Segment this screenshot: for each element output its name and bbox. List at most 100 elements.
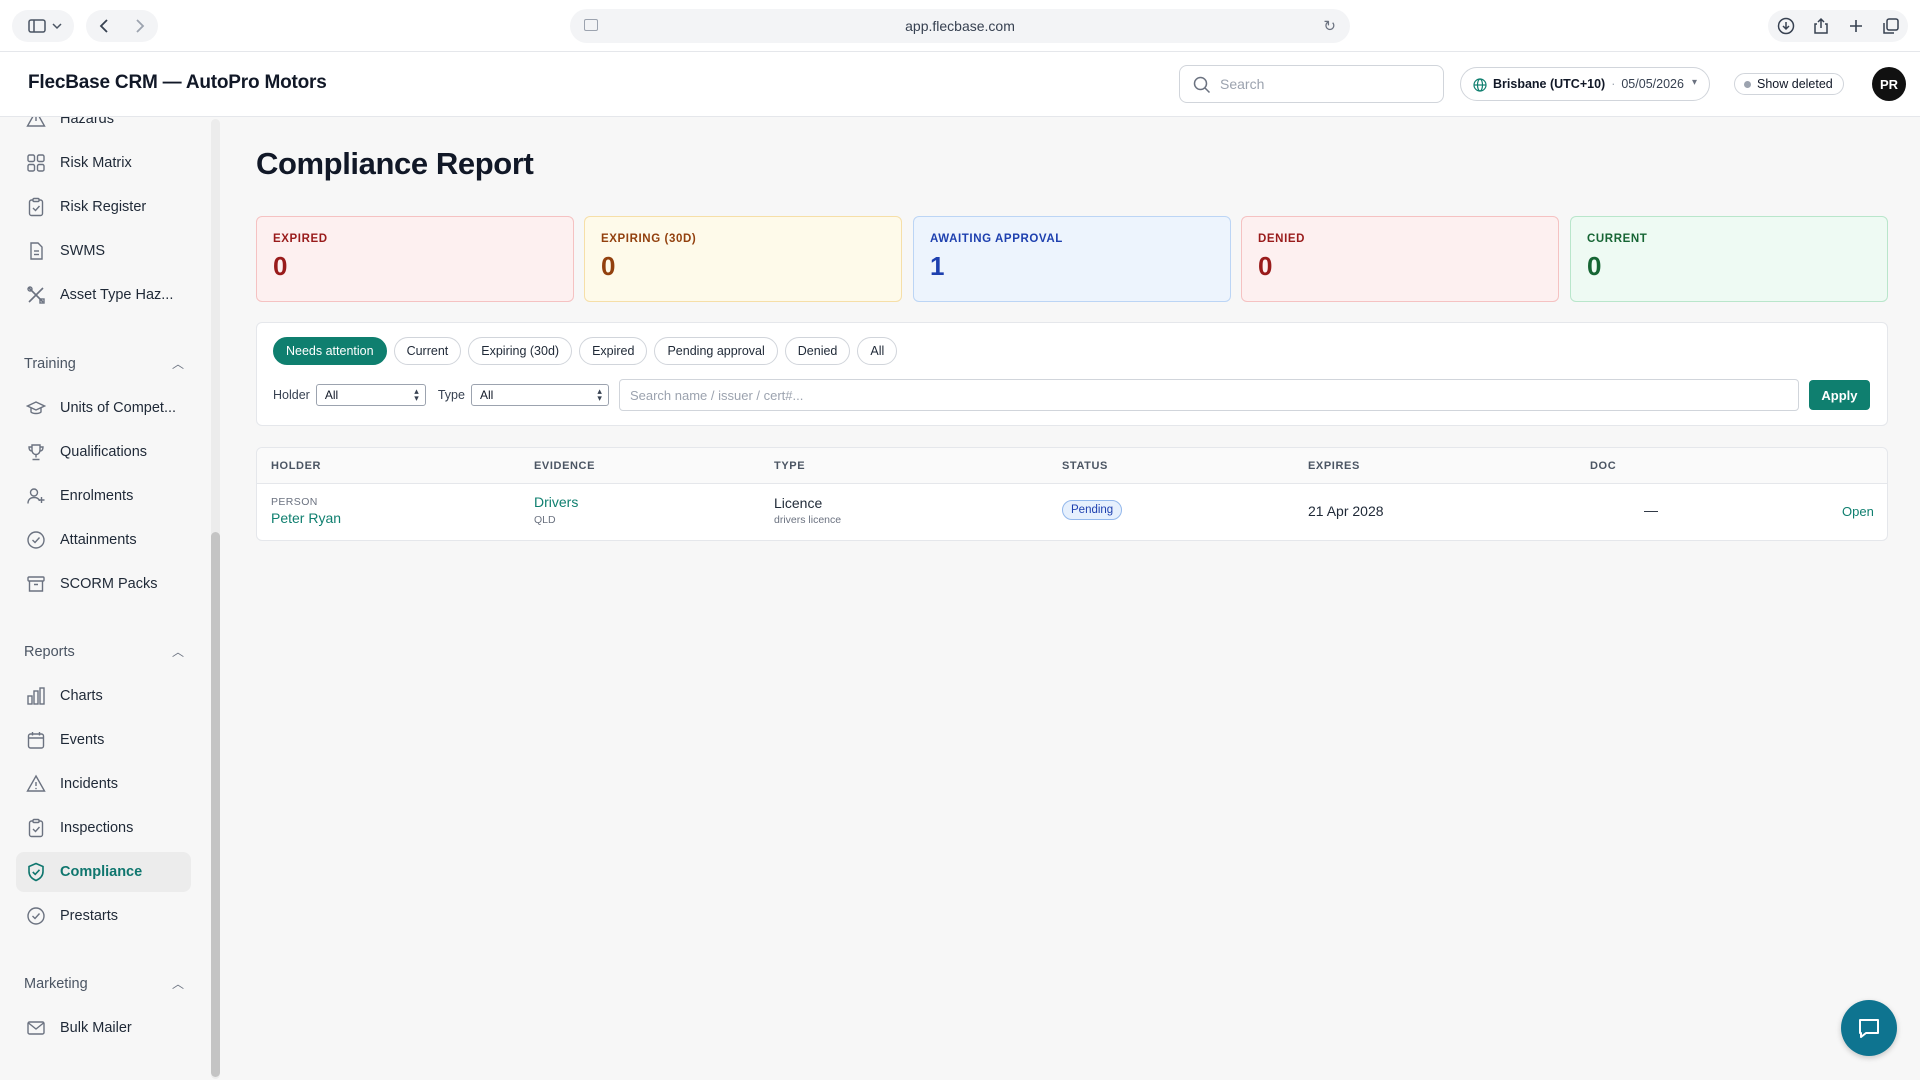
stat-card-expired[interactable]: EXPIRED 0 [256, 216, 574, 302]
sidebar-item-bulk-mailer[interactable]: Bulk Mailer [16, 1008, 191, 1048]
browser-actions [1768, 10, 1908, 42]
type-sub: drivers licence [774, 514, 842, 526]
sidebar-item-events[interactable]: Events [16, 720, 191, 760]
warning-icon [26, 774, 46, 792]
sidebar-item-enrolments[interactable]: Enrolments [16, 476, 191, 516]
timezone-name: Brisbane (UTC+10) [1493, 77, 1606, 91]
sidebar-item-label: SWMS [60, 243, 106, 259]
browser-toolbar: app.flecbase.com ↻ [0, 0, 1920, 52]
column-header-type[interactable]: TYPE [774, 460, 805, 472]
sidebar-item-label: Risk Matrix [60, 155, 132, 171]
chip-expired[interactable]: Expired [579, 337, 648, 365]
sidebar-scrollbar-thumb[interactable] [211, 532, 220, 1077]
sidebar-item-qualifications[interactable]: Qualifications [16, 432, 191, 472]
stat-card-denied[interactable]: DENIED 0 [1241, 216, 1559, 302]
holder-select-value: All [324, 388, 339, 402]
tabs-overview-icon[interactable] [1882, 17, 1900, 35]
column-header-holder[interactable]: HOLDER [271, 460, 321, 472]
archive-icon [27, 576, 45, 592]
chevron-up-icon[interactable]: ︿ [172, 975, 184, 992]
sidebar-item-label: Enrolments [60, 488, 134, 504]
check-circle-icon [27, 907, 45, 925]
sidebar-item-label: Qualifications [60, 444, 148, 460]
column-header-doc[interactable]: DOC [1590, 460, 1616, 472]
stat-value: 0 [273, 251, 288, 281]
user-avatar[interactable]: PR [1872, 67, 1906, 101]
stat-value: 0 [1587, 251, 1602, 281]
sidebar-item-units-of-competency[interactable]: Units of Compet... [16, 388, 191, 428]
holder-select[interactable]: All ▴ ▾ [315, 384, 426, 406]
chip-all[interactable]: All [857, 337, 898, 365]
global-search-input[interactable]: Search [1179, 65, 1444, 103]
evidence-link[interactable]: Drivers [534, 494, 578, 510]
holder-name-link[interactable]: Peter Ryan [271, 510, 341, 526]
sidebar-item-swms[interactable]: SWMS [16, 231, 191, 271]
column-header-status[interactable]: STATUS [1062, 460, 1108, 472]
chat-bubble-icon [1859, 1019, 1879, 1038]
chip-denied[interactable]: Denied [784, 337, 851, 365]
sidebar-item-attainments[interactable]: Attainments [16, 520, 191, 560]
table-header: HOLDER EVIDENCE TYPE STATUS EXPIRES DOC [257, 448, 1887, 484]
sidebar-item-hazards[interactable]: Hazards [16, 117, 191, 139]
sidebar-item-risk-matrix[interactable]: Risk Matrix [16, 143, 191, 183]
sidebar-item-inspections[interactable]: Inspections [16, 808, 191, 848]
stat-card-awaiting-approval[interactable]: AWAITING APPROVAL 1 [913, 216, 1231, 302]
back-icon[interactable] [97, 18, 111, 34]
type-select-value: All [479, 388, 494, 402]
page-title: Compliance Report [256, 146, 534, 181]
sidebar-icon [28, 19, 62, 33]
sidebar-item-charts[interactable]: Charts [16, 676, 191, 716]
sidebar-item-compliance[interactable]: Compliance [16, 852, 191, 892]
timezone-selector[interactable]: Brisbane (UTC+10) · 05/05/2026 ▾ [1460, 67, 1710, 101]
sidebar-item-label: Compliance [60, 864, 143, 880]
forward-icon[interactable] [133, 18, 147, 34]
status-cell: Pending [1062, 500, 1123, 520]
show-deleted-label: Show deleted [1757, 77, 1833, 91]
mail-icon [27, 1021, 45, 1035]
share-icon[interactable] [1812, 17, 1830, 35]
evidence-cell: Drivers QLD [534, 494, 578, 526]
graduation-cap-icon [26, 401, 46, 415]
chip-needs-attention[interactable]: Needs attention [273, 337, 387, 365]
sidebar-item-scorm-packs[interactable]: SCORM Packs [16, 564, 191, 604]
stat-card-expiring[interactable]: EXPIRING (30D) 0 [584, 216, 902, 302]
stat-card-current[interactable]: CURRENT 0 [1570, 216, 1888, 302]
records-search-input[interactable]: Search name / issuer / cert#... [618, 379, 1799, 411]
clipboard-check-icon [28, 818, 44, 838]
apply-button[interactable]: Apply [1808, 380, 1870, 410]
new-tab-icon[interactable] [1847, 17, 1865, 35]
sidebar-item-incidents[interactable]: Incidents [16, 764, 191, 804]
sidebar-item-prestarts[interactable]: Prestarts [16, 896, 191, 936]
sidebar-section-training[interactable]: Training ︿ [24, 355, 184, 372]
show-deleted-toggle[interactable]: Show deleted [1734, 73, 1844, 95]
sidebar-item-risk-register[interactable]: Risk Register [16, 187, 191, 227]
stat-label: DENIED [1258, 233, 1306, 245]
sidebar-toggle-button[interactable] [12, 10, 74, 42]
sidebar-section-marketing[interactable]: Marketing ︿ [24, 975, 184, 992]
column-header-evidence[interactable]: EVIDENCE [534, 460, 595, 472]
url-text: app.flecbase.com [905, 18, 1015, 34]
sidebar-item-asset-type-hazards[interactable]: Asset Type Haz... [16, 275, 191, 315]
chip-expiring-30d[interactable]: Expiring (30d) [468, 337, 573, 365]
chip-current[interactable]: Current [393, 337, 462, 365]
chip-pending-approval[interactable]: Pending approval [654, 337, 778, 365]
type-select[interactable]: All ▴ ▾ [470, 384, 609, 406]
evidence-sub: QLD [534, 514, 556, 526]
reload-icon[interactable]: ↻ [1323, 17, 1336, 35]
sidebar-item-label: Asset Type Haz... [60, 287, 174, 303]
address-bar[interactable]: app.flecbase.com ↻ [570, 9, 1350, 43]
download-icon[interactable] [1777, 17, 1795, 35]
open-link[interactable]: Open [1842, 504, 1874, 519]
sidebar-item-label: Charts [60, 688, 103, 704]
sidebar-section-reports[interactable]: Reports ︿ [24, 643, 184, 660]
sidebar-item-label: Prestarts [60, 908, 119, 924]
chevron-up-icon[interactable]: ︿ [172, 643, 184, 660]
compliance-table: HOLDER EVIDENCE TYPE STATUS EXPIRES DOC … [256, 447, 1888, 541]
chat-button[interactable] [1841, 1000, 1897, 1056]
filter-panel: Needs attention Current Expiring (30d) E… [256, 322, 1888, 426]
stat-label: AWAITING APPROVAL [930, 233, 1063, 245]
column-header-expires[interactable]: EXPIRES [1308, 460, 1360, 472]
chevron-up-icon[interactable]: ︿ [172, 355, 184, 372]
sidebar: Hazards Risk Matrix Risk Register SWMS A… [0, 117, 222, 1080]
filter-row: Holder All ▴ ▾ Type All ▴ ▾ Search name / … [273, 379, 1873, 411]
